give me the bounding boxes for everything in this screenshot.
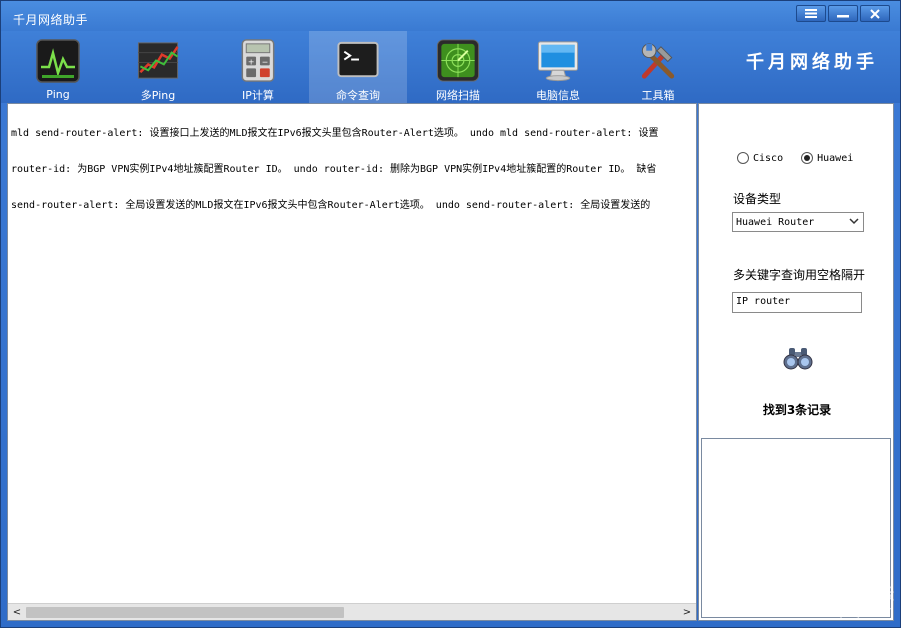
menu-button[interactable] (796, 5, 826, 22)
tool-network-scan-label: 网络扫描 (436, 89, 480, 102)
minimize-icon (837, 15, 849, 18)
svg-text:−: − (262, 57, 269, 66)
multi-ping-chart-icon (137, 42, 179, 79)
radio-cisco-label: Cisco (753, 152, 784, 164)
binoculars-icon[interactable] (783, 346, 813, 372)
scrollbar-thumb[interactable] (26, 607, 344, 618)
device-type-label: 设备类型 (733, 192, 782, 206)
keyword-input[interactable]: IP router (732, 292, 862, 313)
output-line: router-id: 为BGP VPN实例IPv4地址簇配置Router ID。… (11, 164, 657, 175)
close-icon (870, 8, 880, 19)
brand-title: 千月网络助手 (746, 52, 878, 73)
vendor-radio-group: Cisco Huawei (737, 152, 853, 164)
tool-toolbox-label: 工具箱 (641, 89, 675, 102)
tool-multi-ping-label: 多Ping (140, 89, 176, 102)
watermark-url: www.52pojie.cn (783, 604, 894, 620)
tool-multi-ping[interactable]: 多Ping (109, 31, 207, 103)
tool-network-scan[interactable]: 网络扫描 (409, 31, 507, 103)
radio-cisco-dot[interactable] (737, 152, 749, 164)
minimize-button[interactable] (828, 5, 858, 22)
close-button[interactable] (860, 5, 890, 22)
horizontal-scrollbar[interactable]: < > (8, 603, 696, 620)
device-type-value: Huawei Router (736, 217, 815, 228)
tool-command-query[interactable]: 命令查询 (309, 31, 407, 103)
window-title: 千月网络助手 (13, 13, 89, 27)
radio-huawei-label: Huawei (817, 152, 854, 164)
tool-computer-info[interactable]: 电脑信息 (509, 31, 607, 103)
tool-toolbox[interactable]: 工具箱 (609, 31, 707, 103)
scroll-right-arrow[interactable]: > (680, 606, 694, 619)
output-line: mld send-router-alert: 设置接口上发送的MLD报文在IPv… (11, 128, 659, 139)
radio-cisco[interactable]: Cisco (737, 152, 783, 164)
watermark: 吾爱破解论坛 www.52pojie.cn (784, 585, 894, 621)
chevron-down-icon (849, 218, 859, 225)
computer-monitor-icon (537, 41, 579, 82)
keyword-label: 多关键字查询用空格隔开 (733, 268, 866, 282)
query-sidebar: Cisco Huawei 设备类型 Huawei Router 多关键字查询用空… (698, 103, 894, 621)
app-window: 千月网络助手 Ping 多Ping + − IP计算 命令查询 网络扫描 电脑信… (0, 0, 901, 628)
title-bar: 千月网络助手 (1, 1, 900, 31)
radio-huawei-dot[interactable] (801, 152, 814, 164)
menu-icon (805, 9, 817, 18)
radar-scan-icon (436, 39, 480, 82)
svg-text:+: + (248, 57, 255, 66)
command-output-text[interactable]: mld send-router-alert: 设置接口上发送的MLD报文在IPv… (11, 104, 695, 602)
tool-ping[interactable]: Ping (9, 31, 107, 103)
tools-icon (641, 43, 675, 79)
tool-computer-info-label: 电脑信息 (536, 89, 580, 102)
terminal-icon (337, 41, 379, 78)
radio-huawei[interactable]: Huawei (801, 152, 853, 164)
device-type-select[interactable]: Huawei Router (732, 212, 864, 232)
tool-ping-label: Ping (46, 88, 70, 101)
window-controls (796, 5, 890, 22)
tool-command-query-label: 命令查询 (336, 89, 380, 102)
calculator-icon: + − (241, 39, 275, 82)
tool-ip-calc[interactable]: + − IP计算 (209, 31, 307, 103)
watermark-title: 吾爱破解论坛 (797, 584, 894, 603)
ping-monitor-icon (36, 39, 80, 83)
result-count: 找到3条记录 (762, 403, 832, 417)
command-output-panel: mld send-router-alert: 设置接口上发送的MLD报文在IPv… (7, 103, 697, 621)
output-line: send-router-alert: 全局设置发送的MLD报文在IPv6报文头中… (11, 200, 651, 211)
scroll-left-arrow[interactable]: < (10, 606, 24, 619)
tool-ip-calc-label: IP计算 (242, 89, 274, 102)
